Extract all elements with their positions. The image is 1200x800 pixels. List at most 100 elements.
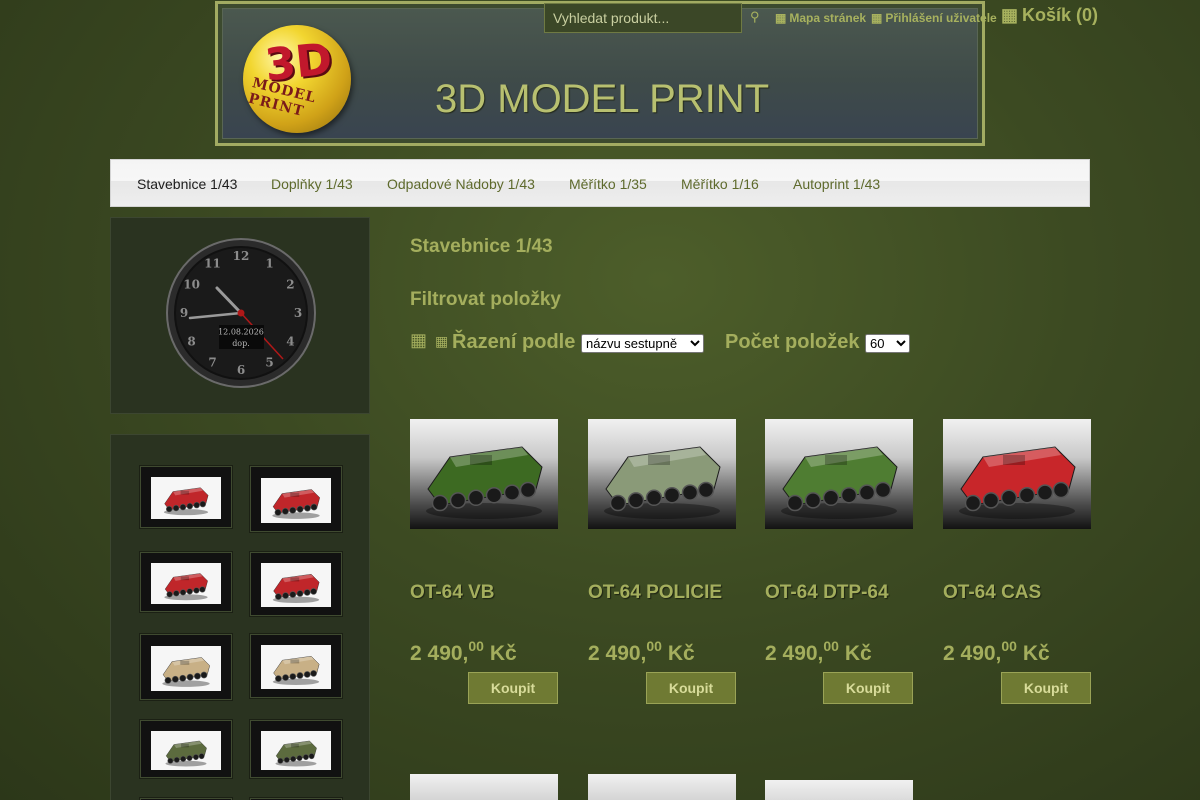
clock-numeral: 1 (265, 257, 273, 271)
vehicle-illustration (959, 446, 1076, 519)
product-image-partial[interactable] (588, 774, 736, 800)
product-image[interactable] (943, 419, 1091, 529)
nav-item-autoprint[interactable]: Autoprint 1/43 (793, 176, 880, 192)
thumbnail-gallery (110, 434, 370, 800)
clock-numeral: 12 (233, 249, 250, 263)
login-label: Přihlášení uživatele (885, 11, 997, 25)
gallery-thumbnail[interactable] (140, 634, 232, 700)
list-view-icon[interactable]: ▦ (435, 333, 448, 349)
cart-icon: ▦ (1001, 5, 1019, 25)
product-image-partial[interactable] (410, 774, 558, 800)
price-main: 2 490, (588, 642, 647, 665)
product-name[interactable]: OT-64 POLICIE (588, 582, 722, 604)
filter-title: Filtrovat položky (410, 289, 561, 310)
search-input[interactable] (544, 3, 742, 33)
thumbnail-image (261, 563, 331, 607)
vehicle-illustration (162, 657, 210, 687)
login-link[interactable]: ▦ Přihlášení uživatele (871, 11, 997, 25)
analog-clock: 121234567891011 12.08.2026 dop. (166, 238, 316, 388)
clock-numeral: 7 (208, 355, 216, 369)
cart-link[interactable]: ▦ Košík (0) (1001, 5, 1098, 26)
vehicle-illustration (163, 487, 209, 516)
price-cents: 00 (646, 638, 662, 654)
product-price: 2 490,00 Kč (943, 638, 1050, 666)
gallery-thumbnail[interactable] (140, 552, 232, 612)
gallery-thumbnail[interactable] (250, 466, 342, 532)
sort-select[interactable]: názvu sestupně (581, 334, 704, 353)
price-currency: Kč (667, 642, 695, 665)
vehicle-illustration (164, 573, 208, 601)
gallery-thumbnail[interactable] (250, 634, 342, 698)
clock-numeral: 11 (204, 257, 221, 271)
nav-item-meritko-35[interactable]: Měřítko 1/35 (569, 176, 647, 192)
vehicle-illustration (165, 740, 207, 767)
product-name[interactable]: OT-64 DTP-64 (765, 582, 889, 604)
vehicle-illustration (426, 446, 543, 519)
site-title: 3D MODEL PRINT (435, 77, 770, 121)
buy-label: Koupit (845, 680, 891, 696)
buy-button[interactable]: Koupit (1001, 672, 1091, 704)
buy-button[interactable]: Koupit (468, 672, 558, 704)
price-currency: Kč (1022, 642, 1050, 665)
product-image[interactable] (765, 419, 913, 529)
clock-ampm: dop. (232, 339, 250, 348)
thumbnail-image (261, 478, 331, 523)
clock-widget: 12 1 2 3 4 5 6 7 8 9 10 11 12.08.2026 dop. (110, 217, 370, 414)
gallery-thumbnail[interactable] (250, 552, 342, 616)
cart-label: Košík (0) (1022, 5, 1099, 25)
buy-label: Koupit (1023, 680, 1069, 696)
product-price: 2 490,00 Kč (410, 638, 517, 666)
clock-numeral: 9 (180, 306, 188, 320)
product-name[interactable]: OT-64 CAS (943, 582, 1041, 604)
product-image[interactable] (410, 419, 558, 529)
product-price: 2 490,00 Kč (588, 638, 695, 666)
price-cents: 00 (823, 638, 839, 654)
thumbnail-image (151, 477, 221, 519)
clock-numeral: 4 (286, 335, 294, 349)
product-name[interactable]: OT-64 VB (410, 582, 494, 604)
sitemap-icon: ▦ (775, 11, 787, 25)
site-logo[interactable]: 3D MODEL PRINT (243, 25, 351, 133)
nav-item-odpadove-nadoby[interactable]: Odpadové Nádoby 1/43 (387, 176, 535, 192)
nav-item-meritko-16[interactable]: Měřítko 1/16 (681, 176, 759, 192)
search-icon[interactable]: ⚲ (750, 9, 760, 25)
gallery-thumbnail[interactable] (140, 466, 232, 528)
vehicle-illustration (272, 655, 320, 685)
gallery-thumbnail[interactable] (250, 720, 342, 778)
product-image[interactable] (588, 419, 736, 529)
clock-numeral: 6 (237, 363, 245, 377)
sort-label: Řazení podle (452, 331, 576, 353)
user-icon: ▦ (871, 11, 883, 25)
vehicle-illustration (781, 446, 898, 519)
clock-numeral: 3 (294, 306, 302, 320)
product-price: 2 490,00 Kč (765, 638, 872, 666)
product-image-partial[interactable] (765, 780, 913, 800)
thumbnail-image (151, 563, 221, 604)
vehicle-illustration (272, 573, 320, 603)
view-toggle: ▦ ▦ (410, 330, 448, 351)
buy-button[interactable]: Koupit (823, 672, 913, 704)
price-currency: Kč (489, 642, 517, 665)
buy-button[interactable]: Koupit (646, 672, 736, 704)
clock-numeral: 8 (187, 335, 195, 349)
vehicle-illustration (604, 446, 721, 519)
clock-numeral: 10 (183, 278, 200, 292)
price-cents: 00 (468, 638, 484, 654)
vehicle-illustration (272, 489, 320, 519)
price-main: 2 490, (943, 642, 1002, 665)
thumbnail-image (151, 646, 221, 691)
price-currency: Kč (844, 642, 872, 665)
clock-numeral: 5 (265, 355, 273, 369)
clock-date: 12.08.2026 (218, 328, 264, 337)
buy-label: Koupit (668, 680, 714, 696)
nav-item-stavebnice[interactable]: Stavebnice 1/43 (137, 176, 237, 192)
sitemap-link[interactable]: ▦ Mapa stránek (775, 11, 866, 25)
thumbnail-image (261, 645, 331, 689)
nav-item-doplnky[interactable]: Doplňky 1/43 (271, 176, 353, 192)
vehicle-illustration (275, 740, 317, 767)
count-select[interactable]: 60 (865, 334, 910, 353)
gallery-thumbnail[interactable] (140, 720, 232, 778)
grid-view-icon[interactable]: ▦ (410, 330, 427, 350)
price-main: 2 490, (765, 642, 824, 665)
price-cents: 00 (1001, 638, 1017, 654)
